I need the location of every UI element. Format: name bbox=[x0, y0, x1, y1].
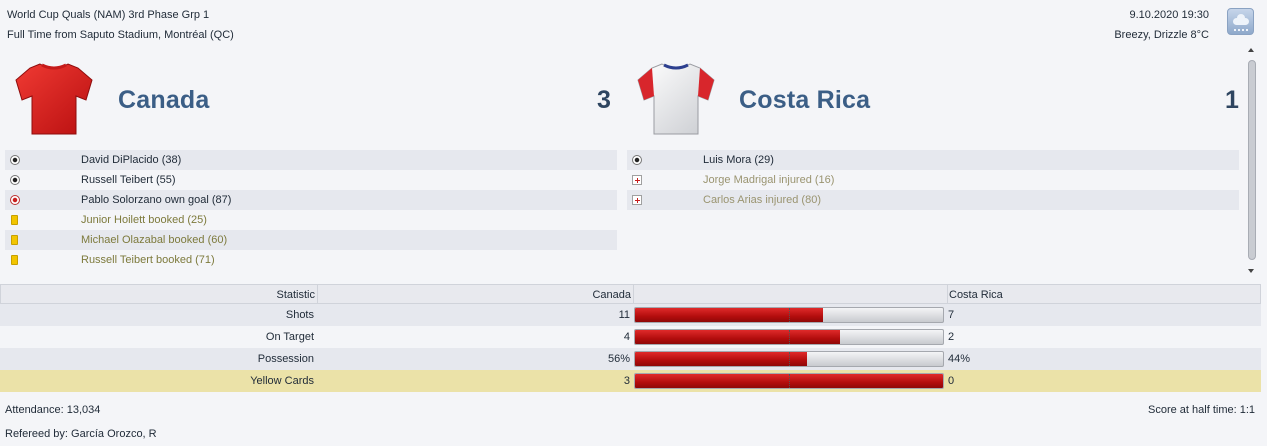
goal-ball-icon bbox=[632, 155, 642, 165]
away-team-name[interactable]: Costa Rica bbox=[739, 86, 870, 115]
scrollbar-thumb[interactable] bbox=[1248, 60, 1256, 260]
own-goal-ball-icon bbox=[10, 195, 20, 205]
stat-home-value: 4 bbox=[623, 331, 630, 343]
event-text[interactable]: Russell Teibert (55) bbox=[81, 170, 176, 190]
stat-home-value: 11 bbox=[618, 309, 630, 321]
away-events-list: Luis Mora (29) Jorge Madrigal injured (1… bbox=[627, 150, 1239, 210]
stat-label: Yellow Cards bbox=[250, 375, 314, 387]
scroll-down-arrow-icon[interactable] bbox=[1248, 269, 1254, 273]
stat-comparison-bar bbox=[634, 329, 944, 345]
stat-label: Possession bbox=[257, 353, 314, 365]
list-item: Carlos Arias injured (80) bbox=[627, 190, 1239, 210]
table-row: Possession 56% 44% bbox=[0, 348, 1261, 370]
yellow-card-icon bbox=[11, 215, 18, 225]
stat-away-value: 7 bbox=[948, 309, 955, 321]
stat-comparison-bar bbox=[634, 373, 944, 389]
stat-away-value: 44% bbox=[948, 353, 971, 365]
referee-label[interactable]: Refereed by: García Orozco, R bbox=[5, 428, 157, 440]
list-item: Luis Mora (29) bbox=[627, 150, 1239, 170]
match-datetime: 9.10.2020 19:30 bbox=[1129, 9, 1209, 21]
list-item: David DiPlacido (38) bbox=[5, 150, 617, 170]
event-text[interactable]: Jorge Madrigal injured (16) bbox=[703, 170, 834, 190]
competition-label[interactable]: World Cup Quals (NAM) 3rd Phase Grp 1 bbox=[7, 9, 209, 21]
stat-home-value: 56% bbox=[607, 353, 630, 365]
list-item: Jorge Madrigal injured (16) bbox=[627, 170, 1239, 190]
table-row: Shots 11 7 bbox=[0, 304, 1261, 326]
away-team-score: 1 bbox=[1225, 86, 1239, 114]
away-column-header[interactable]: Costa Rica bbox=[949, 285, 1249, 305]
match-stats-table: Statistic Canada Costa Rica Shots 11 7 O… bbox=[0, 284, 1261, 392]
away-shirt-icon bbox=[637, 63, 715, 135]
list-item: Russell Teibert booked (71) bbox=[5, 250, 617, 270]
yellow-card-icon bbox=[11, 255, 18, 265]
event-text[interactable]: Luis Mora (29) bbox=[703, 150, 774, 170]
table-row: On Target 4 2 bbox=[0, 326, 1261, 348]
scroll-up-arrow-icon[interactable] bbox=[1248, 48, 1254, 52]
half-time-score-label: Score at half time: 1:1 bbox=[1148, 404, 1255, 416]
event-text[interactable]: Pablo Solorzano own goal (87) bbox=[81, 190, 231, 210]
injury-icon bbox=[632, 175, 642, 185]
result-venue-label[interactable]: Full Time from Saputo Stadium, Montréal … bbox=[7, 29, 234, 41]
attendance-label: Attendance: 13,034 bbox=[5, 404, 101, 416]
stat-home-value: 3 bbox=[623, 375, 630, 387]
table-row: Yellow Cards 3 0 bbox=[0, 370, 1261, 392]
list-item: Pablo Solorzano own goal (87) bbox=[5, 190, 617, 210]
events-scrollbar[interactable] bbox=[1246, 44, 1258, 277]
away-team-header: Costa Rica 1 bbox=[622, 56, 1242, 146]
event-text[interactable]: Carlos Arias injured (80) bbox=[703, 190, 821, 210]
list-item: Junior Hoilett booked (25) bbox=[5, 210, 617, 230]
home-shirt-icon bbox=[15, 63, 93, 135]
statistic-column-header[interactable]: Statistic bbox=[1, 285, 315, 305]
goal-ball-icon bbox=[10, 155, 20, 165]
match-info-header: World Cup Quals (NAM) 3rd Phase Grp 1 Fu… bbox=[0, 0, 1267, 48]
drizzle-cloud-icon bbox=[1227, 8, 1254, 35]
home-column-header[interactable]: Canada bbox=[319, 285, 631, 305]
stat-away-value: 2 bbox=[948, 331, 955, 343]
injury-icon bbox=[632, 195, 642, 205]
event-text[interactable]: Junior Hoilett booked (25) bbox=[81, 210, 207, 230]
stat-label: Shots bbox=[285, 309, 314, 321]
stat-label: On Target bbox=[265, 331, 314, 343]
weather-label: Breezy, Drizzle 8°C bbox=[1114, 29, 1209, 41]
stat-away-value: 0 bbox=[948, 375, 955, 387]
yellow-card-icon bbox=[11, 235, 18, 245]
event-text[interactable]: Michael Olazabal booked (60) bbox=[81, 230, 227, 250]
list-item: Russell Teibert (55) bbox=[5, 170, 617, 190]
stat-comparison-bar bbox=[634, 307, 944, 323]
home-team-name[interactable]: Canada bbox=[118, 86, 210, 115]
home-team-header: Canada 3 bbox=[0, 56, 620, 146]
event-text[interactable]: Russell Teibert booked (71) bbox=[81, 250, 215, 270]
event-text[interactable]: David DiPlacido (38) bbox=[81, 150, 181, 170]
stats-header-row: Statistic Canada Costa Rica bbox=[0, 284, 1261, 305]
goal-ball-icon bbox=[10, 175, 20, 185]
stat-comparison-bar bbox=[634, 351, 944, 367]
home-team-score: 3 bbox=[597, 86, 611, 114]
list-item: Michael Olazabal booked (60) bbox=[5, 230, 617, 250]
home-events-list: David DiPlacido (38) Russell Teibert (55… bbox=[5, 150, 617, 270]
